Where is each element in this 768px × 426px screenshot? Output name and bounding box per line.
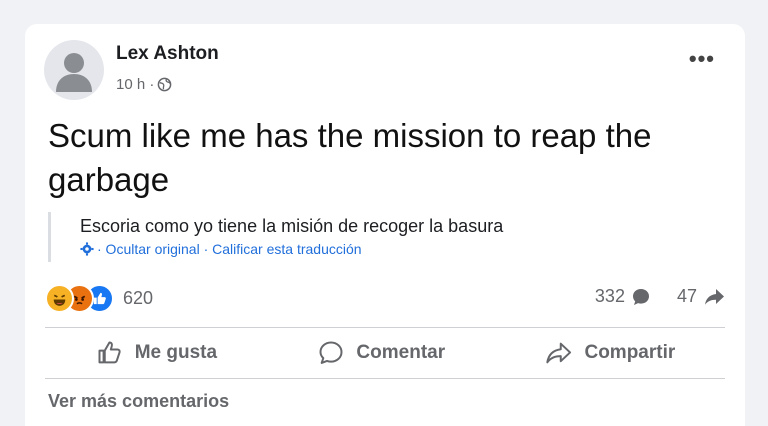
post-text: Scum like me has the mission to reap the… — [48, 117, 652, 198]
post-meta: 10 h · — [116, 76, 172, 93]
share-count[interactable]: 47 — [677, 286, 697, 307]
translation-text: Escoria como yo tiene la misión de recog… — [80, 216, 504, 236]
comment-button-label: Comentar — [356, 342, 446, 363]
comment-icon — [319, 341, 343, 364]
translation-block: Escoria como yo tiene la misión de recog… — [48, 212, 503, 262]
divider — [45, 327, 725, 328]
globe-icon[interactable] — [157, 77, 172, 92]
reaction-count: 620 — [123, 288, 154, 308]
post-time[interactable]: 10 h · — [116, 76, 154, 93]
screenshot-frame: Lex Ashton 10 h · ••• Scum like me has t… — [0, 0, 768, 426]
thumbs-up-icon — [98, 341, 121, 364]
post-card: Lex Ashton 10 h · ••• Scum like me has t… — [25, 24, 745, 426]
share-icon — [546, 342, 572, 364]
author-name[interactable]: Lex Ashton — [116, 43, 219, 65]
post-actions-bar: Me gusta Comentar Compartir — [45, 330, 725, 376]
share-button[interactable]: Compartir — [544, 339, 675, 367]
engagement-stats: 332 47 — [595, 286, 725, 307]
translation-links: · Ocultar original · Calificar esta trad… — [80, 241, 503, 257]
gear-icon[interactable] — [80, 242, 94, 256]
haha-reaction-icon — [45, 284, 74, 313]
comment-bubble-icon[interactable] — [631, 287, 651, 307]
comment-count[interactable]: 332 — [595, 286, 625, 307]
reactions-summary[interactable]: 620 — [45, 284, 153, 313]
comment-button[interactable]: Comentar — [316, 339, 445, 367]
default-avatar-icon — [56, 53, 92, 92]
see-more-comments-link[interactable]: Ver más comentarios — [48, 391, 229, 412]
like-button[interactable]: Me gusta — [95, 339, 217, 367]
divider — [45, 378, 725, 379]
avatar[interactable] — [44, 40, 104, 100]
share-button-label: Compartir — [584, 342, 676, 363]
translation-actions-link[interactable]: · Ocultar original · Calificar esta trad… — [97, 241, 362, 257]
more-options-icon[interactable]: ••• — [689, 48, 715, 70]
like-button-label: Me gusta — [134, 342, 218, 363]
share-arrow-icon[interactable] — [703, 287, 725, 307]
